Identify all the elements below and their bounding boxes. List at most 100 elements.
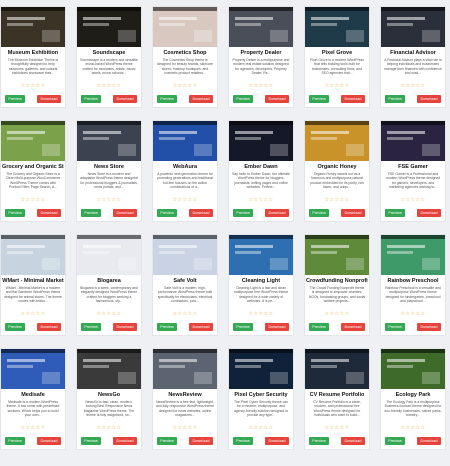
theme-title[interactable]: Medisafe: [2, 392, 64, 398]
theme-card[interactable]: CV Resume Portfolio CV Resume Portfolio i…: [304, 348, 370, 450]
download-button[interactable]: Download: [341, 323, 365, 331]
theme-title[interactable]: News Store: [78, 164, 140, 170]
theme-card[interactable]: Grocery and Organic Store The Grocery and…: [0, 120, 66, 222]
theme-thumbnail[interactable]: [229, 349, 293, 389]
download-button[interactable]: Download: [189, 323, 213, 331]
preview-button[interactable]: Preview: [5, 95, 25, 103]
download-button[interactable]: Download: [265, 95, 289, 103]
theme-thumbnail[interactable]: [305, 7, 369, 47]
theme-thumbnail[interactable]: [229, 235, 293, 275]
theme-title[interactable]: NewsReview: [154, 392, 216, 398]
preview-button[interactable]: Preview: [233, 95, 253, 103]
download-button[interactable]: Download: [189, 209, 213, 217]
download-button[interactable]: Download: [189, 95, 213, 103]
download-button[interactable]: Download: [37, 95, 61, 103]
theme-thumbnail[interactable]: [381, 235, 445, 275]
theme-card[interactable]: Organic Honey Organic Honey stands out as…: [304, 120, 370, 222]
theme-thumbnail[interactable]: [1, 121, 65, 161]
download-button[interactable]: Download: [37, 323, 61, 331]
theme-card[interactable]: Medisafe Medisafe is a modern WordPress t…: [0, 348, 66, 450]
theme-card[interactable]: Cleaning Light Cleaning Light is a fast a…: [228, 234, 294, 336]
theme-title[interactable]: Safe Volt: [154, 278, 216, 284]
preview-button[interactable]: Preview: [5, 437, 25, 445]
theme-thumbnail[interactable]: [153, 7, 217, 47]
theme-card[interactable]: Financial Advisor A Financial Advisor pla…: [380, 6, 446, 108]
theme-thumbnail[interactable]: [1, 235, 65, 275]
theme-title[interactable]: Pixel Grove: [306, 50, 368, 56]
preview-button[interactable]: Preview: [157, 209, 177, 217]
preview-button[interactable]: Preview: [233, 323, 253, 331]
preview-button[interactable]: Preview: [81, 323, 101, 331]
theme-title[interactable]: CV Resume Portfolio: [306, 392, 368, 398]
theme-thumbnail[interactable]: [153, 349, 217, 389]
theme-card[interactable]: NewsReview NewsReview is a free fast, lig…: [152, 348, 218, 450]
download-button[interactable]: Download: [417, 95, 441, 103]
theme-thumbnail[interactable]: [77, 349, 141, 389]
theme-thumbnail[interactable]: [1, 349, 65, 389]
theme-title[interactable]: WebAura: [154, 164, 216, 170]
preview-button[interactable]: Preview: [309, 209, 329, 217]
theme-title[interactable]: Soundscape: [78, 50, 140, 56]
theme-card[interactable]: Ember Dawn Say hello to Ember Dawn, the u…: [228, 120, 294, 222]
preview-button[interactable]: Preview: [5, 323, 25, 331]
preview-button[interactable]: Preview: [81, 437, 101, 445]
download-button[interactable]: Download: [265, 437, 289, 445]
theme-thumbnail[interactable]: [381, 349, 445, 389]
theme-thumbnail[interactable]: [229, 121, 293, 161]
theme-thumbnail[interactable]: [305, 349, 369, 389]
theme-card[interactable]: Rainbow Preschool Rainbow Preschool is a …: [380, 234, 446, 336]
theme-title[interactable]: Museum Exhibition: [2, 50, 64, 56]
theme-card[interactable]: Safe Volt Safe Volt is a modern, high-per…: [152, 234, 218, 336]
preview-button[interactable]: Preview: [385, 209, 405, 217]
theme-card[interactable]: Pixel Grove Pixel Grove is a modern WordP…: [304, 6, 370, 108]
theme-title[interactable]: Grocery and Organic Store: [2, 164, 64, 170]
theme-title[interactable]: Ember Dawn: [230, 164, 292, 170]
theme-card[interactable]: Soundscape Soundscape is a modern and ver…: [76, 6, 142, 108]
preview-button[interactable]: Preview: [81, 95, 101, 103]
preview-button[interactable]: Preview: [233, 209, 253, 217]
theme-thumbnail[interactable]: [229, 7, 293, 47]
theme-title[interactable]: NewsGo: [78, 392, 140, 398]
download-button[interactable]: Download: [113, 437, 137, 445]
preview-button[interactable]: Preview: [157, 95, 177, 103]
download-button[interactable]: Download: [417, 209, 441, 217]
theme-card[interactable]: WMart - Minimal Market WMart - Minimal Ma…: [0, 234, 66, 336]
preview-button[interactable]: Preview: [385, 437, 405, 445]
theme-card[interactable]: NewsGo NewsGo is fast, clean, modern-look…: [76, 348, 142, 450]
download-button[interactable]: Download: [341, 95, 365, 103]
theme-card[interactable]: Blogarea Blogarea is a sleek, contemporar…: [76, 234, 142, 336]
download-button[interactable]: Download: [417, 437, 441, 445]
theme-card[interactable]: Cosmetics Shop The Cosmetics Shop theme i…: [152, 6, 218, 108]
preview-button[interactable]: Preview: [309, 323, 329, 331]
theme-title[interactable]: WMart - Minimal Market: [2, 278, 64, 284]
theme-title[interactable]: FSE Gamer: [382, 164, 444, 170]
theme-thumbnail[interactable]: [305, 235, 369, 275]
theme-card[interactable]: WebAura A powerful next-generation theme …: [152, 120, 218, 222]
preview-button[interactable]: Preview: [157, 323, 177, 331]
theme-title[interactable]: Ecology Park: [382, 392, 444, 398]
theme-card[interactable]: News Store News Store is a modern and ada…: [76, 120, 142, 222]
preview-button[interactable]: Preview: [5, 209, 25, 217]
download-button[interactable]: Download: [113, 323, 137, 331]
theme-title[interactable]: Pixel Cyber Security: [230, 392, 292, 398]
preview-button[interactable]: Preview: [233, 437, 253, 445]
theme-card[interactable]: Property Dealer Property Dealer is a mult…: [228, 6, 294, 108]
theme-thumbnail[interactable]: [153, 121, 217, 161]
download-button[interactable]: Download: [265, 209, 289, 217]
theme-title[interactable]: Rainbow Preschool: [382, 278, 444, 284]
preview-button[interactable]: Preview: [81, 209, 101, 217]
download-button[interactable]: Download: [265, 323, 289, 331]
theme-thumbnail[interactable]: [153, 235, 217, 275]
download-button[interactable]: Download: [37, 437, 61, 445]
download-button[interactable]: Download: [417, 323, 441, 331]
theme-title[interactable]: Property Dealer: [230, 50, 292, 56]
theme-thumbnail[interactable]: [77, 7, 141, 47]
theme-thumbnail[interactable]: [1, 7, 65, 47]
theme-card[interactable]: Pixel Cyber Security The Pixel Cyber Secu…: [228, 348, 294, 450]
theme-thumbnail[interactable]: [381, 7, 445, 47]
theme-thumbnail[interactable]: [305, 121, 369, 161]
download-button[interactable]: Download: [113, 95, 137, 103]
download-button[interactable]: Download: [189, 437, 213, 445]
download-button[interactable]: Download: [37, 209, 61, 217]
preview-button[interactable]: Preview: [385, 95, 405, 103]
